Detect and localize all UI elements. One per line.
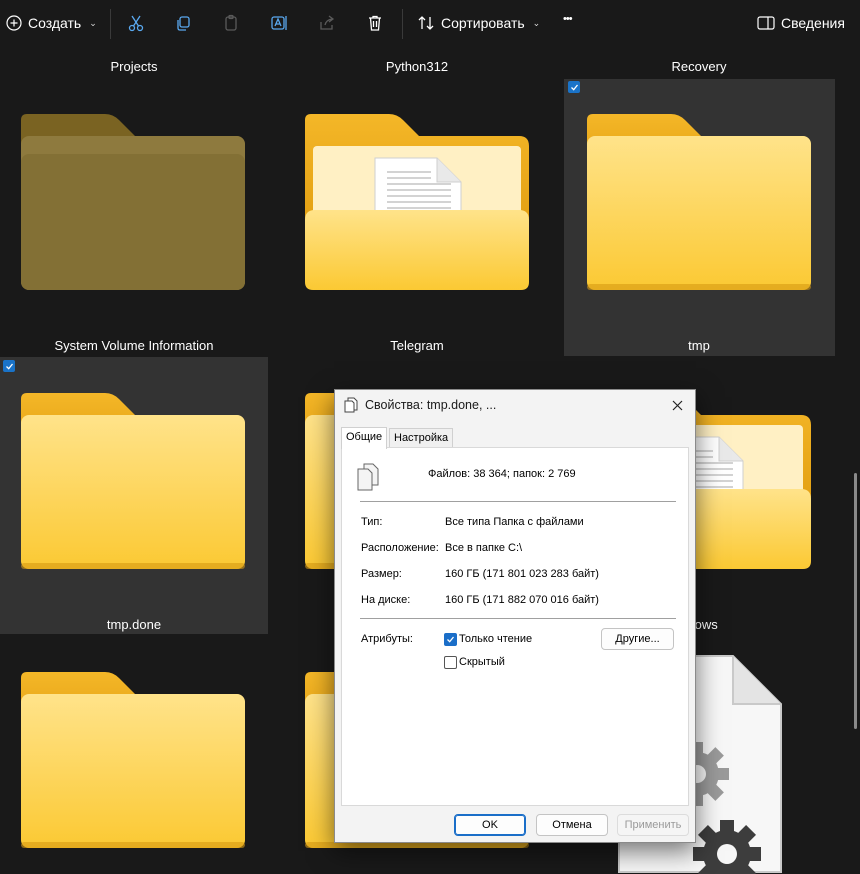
toolbar-separator [402,9,403,39]
location-value: Все в папке C:\ [445,542,523,554]
details-label: Сведения [781,15,845,31]
tab-customize[interactable]: Настройка [389,428,454,448]
item-label-recovery[interactable]: Recovery [565,59,833,74]
toolbar-separator [110,9,111,39]
item-label-telegram[interactable]: Telegram [283,338,551,353]
selected-checkbox[interactable] [3,360,15,372]
cut-icon[interactable] [126,13,146,33]
divider [360,618,676,619]
add-icon [6,15,22,31]
size-value: 160 ГБ (171 801 023 283 байт) [445,568,599,580]
rename-icon[interactable] [269,13,289,33]
hidden-checkbox[interactable] [444,656,457,669]
size-on-disk-value: 160 ГБ (171 882 070 016 байт) [445,594,599,606]
vertical-scrollbar[interactable] [854,473,857,729]
copy-icon[interactable] [173,13,193,33]
more-options-button[interactable]: ••• [563,13,573,25]
folder[interactable] [21,672,245,848]
location-label: Расположение: [361,542,439,554]
readonly-label[interactable]: Только чтение [459,633,532,645]
sort-icon [418,15,435,31]
type-value: Все типа Папка с файлами [445,516,584,528]
general-tab-panel: Файлов: 38 364; папок: 2 769 Тип: Все ти… [341,447,689,806]
delete-icon[interactable] [365,13,385,33]
attributes-label: Атрибуты: [361,633,413,645]
tab-general[interactable]: Общие [341,427,388,449]
folder-system-volume-information[interactable] [21,114,245,290]
sort-button[interactable]: Сортировать ⌄ [418,15,540,31]
type-label: Тип: [361,516,383,528]
cancel-button[interactable]: Отмена [536,814,608,836]
folder-tmp[interactable] [587,114,811,290]
ok-button[interactable]: OK [454,814,526,836]
divider [360,501,676,502]
item-label-tmp-done[interactable]: tmp.done [0,617,268,632]
apply-button[interactable]: Применить [617,814,689,836]
hidden-label[interactable]: Скрытый [459,656,505,668]
close-icon[interactable] [665,395,689,415]
item-label-python312[interactable]: Python312 [283,59,551,74]
details-button[interactable]: Сведения [757,15,845,31]
item-label-projects[interactable]: Projects [0,59,268,74]
size-label: Размер: [361,568,402,580]
paste-icon[interactable] [221,13,241,33]
chevron-down-icon: ⌄ [89,17,97,28]
sort-label: Сортировать [441,15,525,31]
size-on-disk-label: На диске: [361,594,411,606]
details-pane-icon [757,15,775,31]
selected-checkbox[interactable] [568,81,580,93]
folder-telegram[interactable] [305,114,529,290]
create-button[interactable]: Создать ⌄ [6,15,97,31]
item-label-system-volume-information[interactable]: System Volume Information [0,338,268,353]
create-label: Создать [28,15,82,31]
share-icon[interactable] [317,13,337,33]
properties-dialog: Свойства: tmp.done, ... Общие Настройка … [334,389,696,843]
item-label-tmp[interactable]: tmp [565,338,833,353]
chevron-down-icon: ⌄ [532,17,541,28]
more-icon: ••• [563,13,573,25]
properties-icon [344,397,358,416]
command-bar: Создать ⌄ Сортировать ⌄ ••• Сведения [0,0,860,50]
multiple-files-icon [357,463,379,494]
advanced-button[interactable]: Другие... [601,628,674,650]
dialog-title: Свойства: tmp.done, ... [365,398,497,412]
files-summary: Файлов: 38 364; папок: 2 769 [428,468,576,480]
folder-tmp-done[interactable] [21,393,245,569]
readonly-checkbox[interactable] [444,633,457,646]
